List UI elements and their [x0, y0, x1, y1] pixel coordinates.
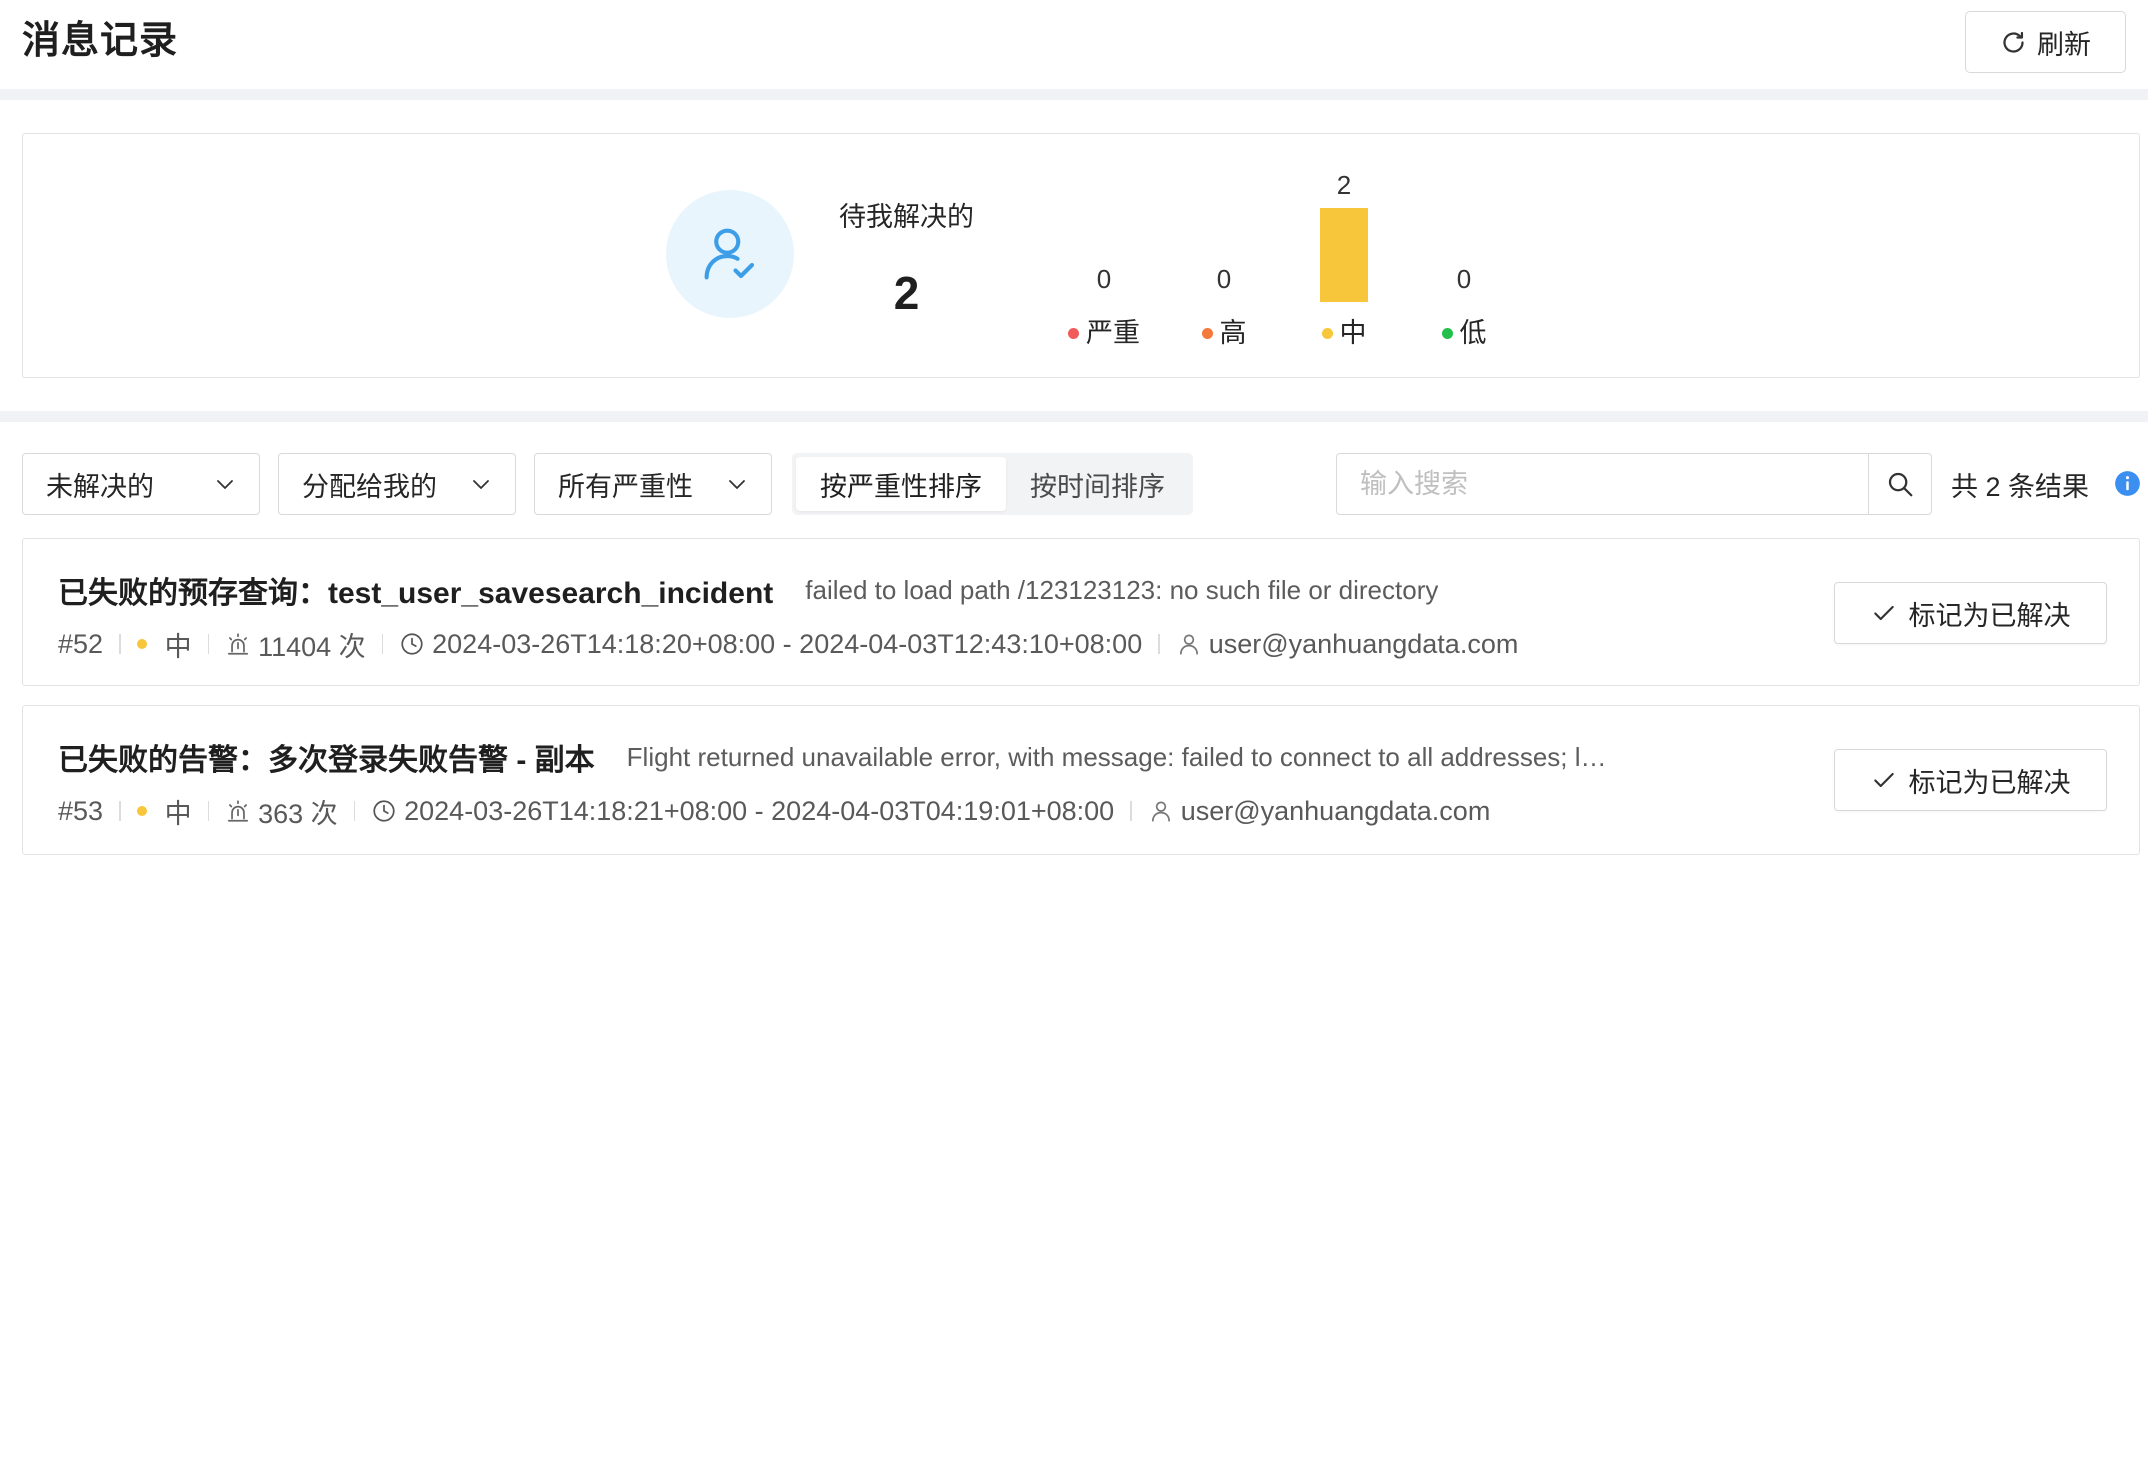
incident-id: #52 — [58, 628, 104, 659]
meta-divider — [353, 801, 356, 821]
info-icon[interactable] — [2114, 470, 2141, 497]
incident-meta: #53 中 363 次 2024-03-26T14:18:21+08:00 - … — [58, 793, 1490, 829]
severity-value-high: 0 — [1216, 264, 1232, 294]
alarm-icon — [227, 633, 249, 655]
search-input[interactable] — [1337, 454, 1868, 514]
mark-resolved-label: 标记为已解决 — [1908, 600, 2071, 631]
refresh-icon — [2003, 31, 2024, 53]
severity-value-critical: 0 — [1096, 264, 1112, 294]
chevron-down-icon — [217, 480, 233, 489]
pending-count: 2 — [893, 267, 920, 319]
alarm-icon — [227, 800, 249, 822]
meta-divider — [207, 801, 210, 821]
severity-label-critical: 严重 — [1044, 316, 1164, 350]
severity-column-high: 0 — [1164, 164, 1284, 302]
user-check-icon — [704, 228, 755, 280]
pending-summary: 待我解决的 2 — [827, 200, 986, 320]
refresh-button[interactable]: 刷新 — [1965, 11, 2126, 73]
severity-dot-low — [1441, 327, 1453, 339]
check-icon — [1873, 772, 1894, 788]
severity-dot-medium — [1321, 327, 1333, 339]
severity-label-text: 高 — [1219, 318, 1247, 348]
meta-divider — [1158, 634, 1160, 654]
incident-trigger-count: 363 次 — [258, 798, 338, 829]
severity-filter-select[interactable]: 所有严重性 — [534, 453, 772, 515]
meta-divider — [1130, 801, 1132, 821]
incident-message: failed to load path /123123123: no such … — [805, 574, 1439, 605]
severity-label-text: 中 — [1339, 318, 1367, 348]
severity-label-medium: 中 — [1284, 316, 1404, 350]
meta-divider — [119, 634, 121, 654]
sort-by-severity-option[interactable]: 按严重性排序 — [796, 457, 1006, 511]
severity-label-high: 高 — [1164, 316, 1284, 350]
sort-by-time-option[interactable]: 按时间排序 — [1006, 457, 1189, 511]
incident-title-row: 已失败的预存查询：test_user_savesearch_incident f… — [58, 569, 1802, 611]
incident-title[interactable]: 已失败的告警：多次登录失败告警 - 副本 — [58, 735, 595, 779]
incident-meta: #52 中 11404 次 2024-03-26T14:18:20+08:00 … — [58, 626, 1518, 662]
section-divider — [0, 89, 2148, 100]
severity-dot — [136, 639, 147, 649]
incident-time-range: 2024-03-26T14:18:20+08:00 - 2024-04-03T1… — [432, 628, 1143, 659]
user-icon — [1179, 634, 1198, 655]
meta-divider — [207, 634, 210, 654]
incident-trigger-count: 11404 次 — [258, 631, 366, 662]
assignee-filter-value: 分配给我的 — [302, 471, 437, 502]
page-header: 消息记录 刷新 — [0, 0, 2148, 89]
incident-title[interactable]: 已失败的预存查询：test_user_savesearch_incident — [58, 568, 773, 612]
severity-column-critical: 0 — [1044, 164, 1164, 302]
incident-card: 已失败的告警：多次登录失败告警 - 副本 Flight returned una… — [22, 705, 2140, 855]
search-icon — [1888, 472, 1913, 497]
section-divider — [0, 411, 2148, 422]
incident-title-row: 已失败的告警：多次登录失败告警 - 副本 Flight returned una… — [58, 736, 1802, 778]
status-filter-select[interactable]: 未解决的 — [22, 453, 260, 515]
severity-chart: 0 0 2 0 严重 高 中 低 — [1044, 164, 1524, 350]
sort-toggle: 按严重性排序 按时间排序 — [792, 453, 1193, 515]
mark-resolved-button[interactable]: 标记为已解决 — [1834, 749, 2107, 811]
severity-filter-value: 所有严重性 — [558, 471, 693, 502]
severity-dot — [136, 806, 147, 816]
mark-resolved-label: 标记为已解决 — [1908, 767, 2071, 798]
incident-assignee: user@yanhuangdata.com — [1180, 795, 1491, 826]
refresh-label: 刷新 — [2037, 29, 2091, 60]
incident-severity: 中 — [164, 798, 192, 829]
check-icon — [1873, 605, 1894, 621]
severity-dot-critical — [1068, 327, 1079, 339]
severity-value-medium: 2 — [1336, 170, 1352, 200]
chevron-down-icon — [473, 480, 489, 489]
severity-label-text: 低 — [1459, 318, 1487, 348]
severity-value-low: 0 — [1456, 264, 1472, 294]
clock-icon — [401, 633, 423, 655]
severity-bar-medium — [1320, 208, 1368, 302]
meta-divider — [119, 801, 121, 821]
clock-icon — [373, 800, 395, 822]
severity-dot-high — [1201, 327, 1213, 339]
avatar — [666, 190, 794, 318]
incident-severity: 中 — [164, 631, 192, 662]
severity-legend: 严重 高 中 低 — [1044, 316, 1524, 350]
user-icon — [1151, 801, 1170, 822]
incident-assignee: user@yanhuangdata.com — [1208, 628, 1519, 659]
severity-label-text: 严重 — [1086, 318, 1140, 348]
chevron-down-icon — [729, 480, 745, 489]
severity-bars: 0 0 2 0 — [1044, 164, 1524, 302]
severity-column-low: 0 — [1404, 164, 1524, 302]
severity-column-medium: 2 — [1284, 164, 1404, 302]
pending-summary-card: 待我解决的 2 0 0 2 0 严重 高 中 低 — [22, 133, 2140, 378]
status-filter-value: 未解决的 — [46, 471, 154, 502]
assignee-filter-select[interactable]: 分配给我的 — [278, 453, 516, 515]
page-title: 消息记录 — [22, 20, 179, 62]
search-box — [1336, 453, 1932, 515]
incident-id: #53 — [58, 795, 104, 826]
incident-time-range: 2024-03-26T14:18:21+08:00 - 2024-04-03T0… — [404, 795, 1115, 826]
mark-resolved-button[interactable]: 标记为已解决 — [1834, 582, 2107, 644]
incident-card: 已失败的预存查询：test_user_savesearch_incident f… — [22, 538, 2140, 686]
result-count: 共 2 条结果 — [1951, 471, 2090, 502]
severity-label-low: 低 — [1404, 316, 1524, 350]
pending-label: 待我解决的 — [839, 202, 974, 232]
meta-divider — [381, 634, 384, 654]
incident-message: Flight returned unavailable error, with … — [626, 741, 1607, 772]
search-button[interactable] — [1868, 454, 1931, 514]
